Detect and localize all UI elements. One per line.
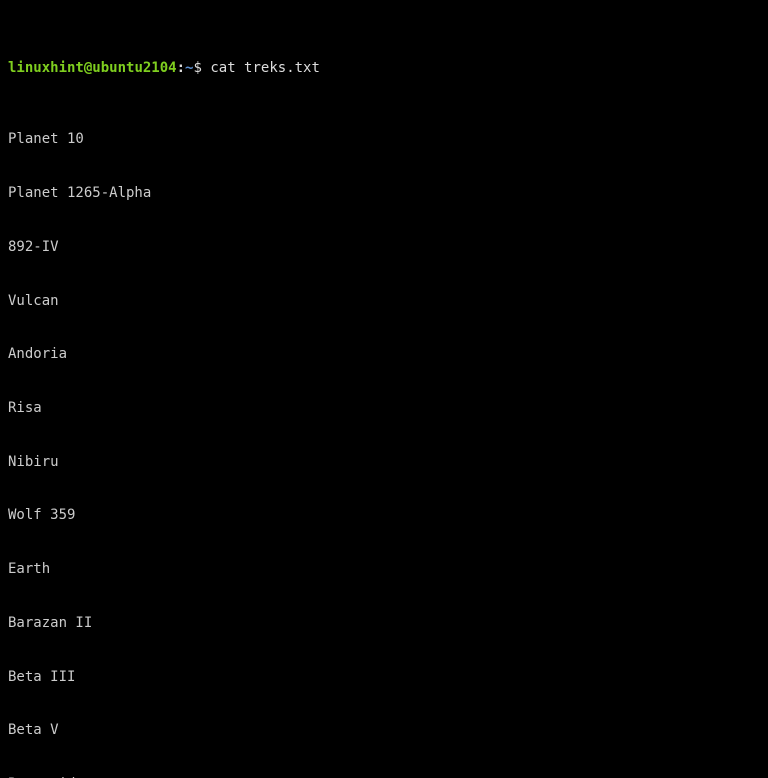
output-line: Planet 10 [8, 131, 760, 149]
output-line: Risa [8, 400, 760, 418]
output-line: Wolf 359 [8, 507, 760, 525]
output-line: Andoria [8, 346, 760, 364]
output-line: Vulcan [8, 293, 760, 311]
output-line: Planet 1265-Alpha [8, 185, 760, 203]
output-line: Barazan II [8, 615, 760, 633]
output-line: 892-IV [8, 239, 760, 257]
output-line: Beta III [8, 669, 760, 687]
prompt-colon: : [177, 60, 185, 76]
terminal[interactable]: linuxhint@ubuntu2104:~$ cat treks.txt Pl… [0, 0, 768, 778]
output-line: Earth [8, 561, 760, 579]
prompt-host: ubuntu2104 [92, 60, 176, 76]
prompt-symbol: $ [193, 60, 201, 76]
prompt-user: linuxhint [8, 60, 84, 76]
prompt-line: linuxhint@ubuntu2104:~$ cat treks.txt [8, 60, 760, 78]
output-line: Nibiru [8, 454, 760, 472]
output-line: Beta V [8, 722, 760, 740]
command-text: cat treks.txt [210, 60, 320, 76]
